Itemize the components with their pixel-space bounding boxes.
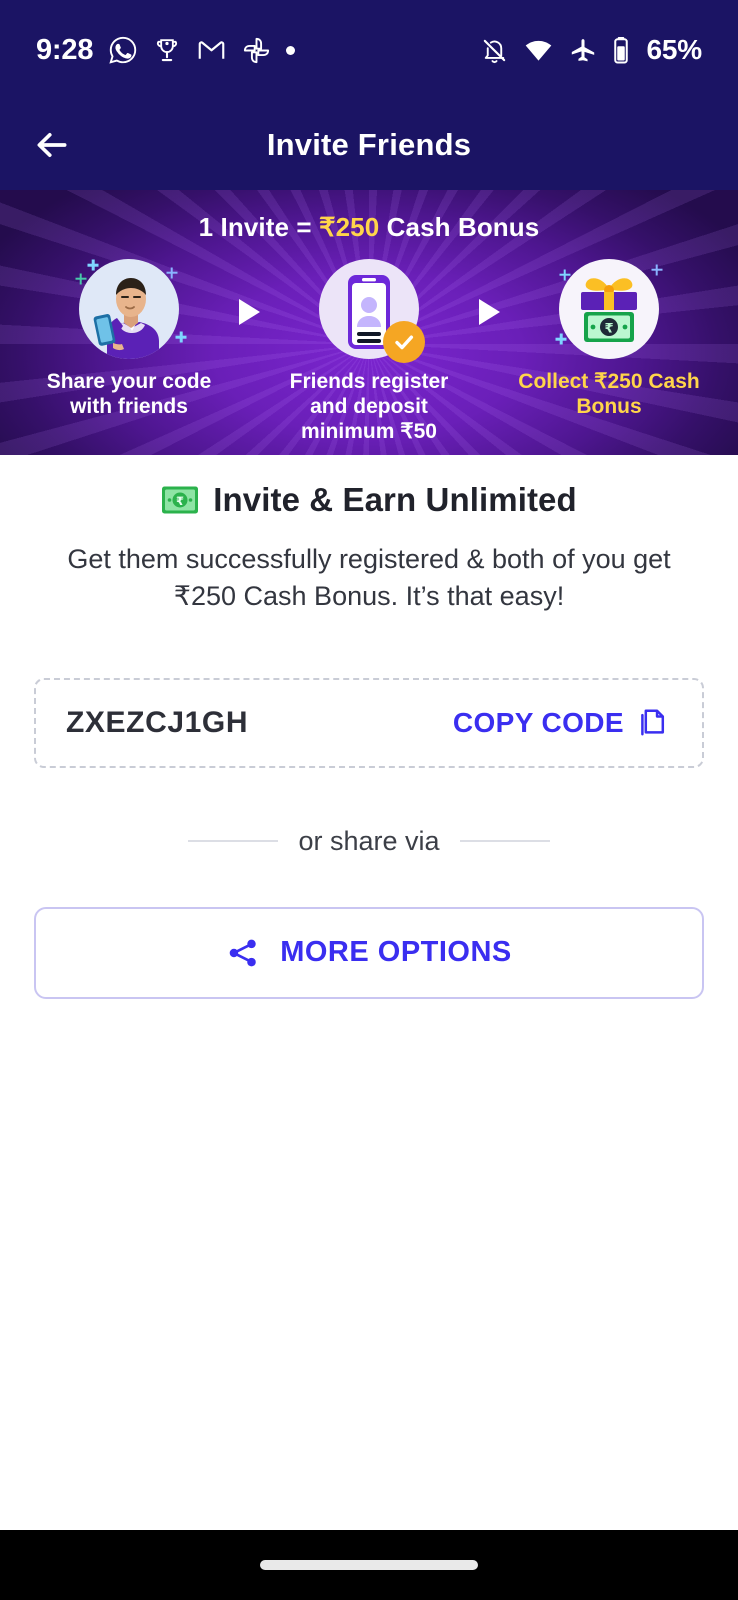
more-options-label: MORE OPTIONS [280,936,512,968]
wifi-icon [525,40,551,61]
system-nav-bar [0,1530,738,1600]
sparkle-icon [557,335,565,343]
main-content: ₹ Invite & Earn Unlimited Get them succe… [0,455,738,1530]
banner-step-label: Share your code with friends [46,370,212,419]
copy-code-label: COPY CODE [452,706,624,738]
section-title: Invite & Earn Unlimited [213,481,577,518]
svg-text:₹: ₹ [176,494,184,508]
share-divider-label: or share via [298,825,440,856]
mute-bell-icon [483,39,505,63]
banner-headline-prefix: 1 Invite = [198,212,319,242]
more-options-button[interactable]: MORE OPTIONS [34,906,704,999]
phone-id-card-check-icon [317,257,425,363]
back-arrow-icon [37,133,67,157]
divider-line-left [188,840,279,842]
section-title-row: ₹ Invite & Earn Unlimited [34,481,704,519]
gmail-icon [198,41,225,59]
airplane-mode-icon [571,38,594,61]
battery-icon [613,37,628,64]
share-divider: or share via [34,826,704,857]
banknote-rupee-icon: ₹ [162,486,199,514]
divider-line-right [459,840,550,842]
copy-code-button[interactable]: COPY CODE [453,706,672,740]
svg-text:₹: ₹ [604,321,613,336]
status-bar-right: 65% [481,34,702,66]
sparkle-icon [652,265,661,274]
referral-code-box[interactable]: ZXEZCJ1GH COPY CODE [34,677,704,768]
copy-icon [641,708,665,735]
app-bar: Invite Friends [0,100,738,190]
gift-with-cash-icon: ₹ [557,257,661,361]
sparkle-icon [89,261,97,269]
referral-code-value: ZXEZCJ1GH [66,705,249,739]
whatsapp-icon [109,36,137,64]
success-check-badge [383,321,425,363]
banner-step: Share your code with friends [31,257,227,419]
banner-headline-suffix: Cash Bonus [379,212,540,242]
promo-banner: 1 Invite = ₹250 Cash Bonus Share your co… [0,190,738,455]
banner-step-label: Friends register and deposit minimum ₹50 [289,370,449,444]
section-subtitle: Get them successfully registered & both … [67,544,671,612]
banner-headline-amount: ₹250 [318,212,380,242]
banner-step-label: Collect ₹250 Cash Bonus [518,370,700,419]
banner-headline: 1 Invite = ₹250 Cash Bonus [0,212,738,243]
banner-step: Friends register and deposit minimum ₹50 [271,257,467,445]
banner-step: ₹ Collect ₹250 Cash Bonus [511,257,707,419]
trophy-icon [157,39,178,62]
home-gesture-pill[interactable] [260,1560,478,1570]
triangle-arrow-right-icon [467,257,511,325]
battery-percent-label: 65% [646,34,703,65]
notification-dot-icon [286,45,296,55]
page-title: Invite Friends [266,127,472,162]
sparkle-icon [177,333,185,341]
google-photos-icon [244,37,270,63]
sparkle-icon [75,273,86,284]
app-screen: 9:28 65% Invite Friends 1 Invite = ₹250 … [0,0,738,1600]
status-bar-left: 9:28 [36,33,296,67]
banner-steps: Share your code with friends Friends reg… [0,257,738,445]
person-with-phone-icon [75,257,185,361]
status-bar: 9:28 65% [0,0,738,100]
back-button[interactable] [24,117,80,173]
share-nodes-icon [229,939,256,966]
triangle-arrow-right-icon [227,257,271,325]
status-bar-clock: 9:28 [36,33,94,66]
